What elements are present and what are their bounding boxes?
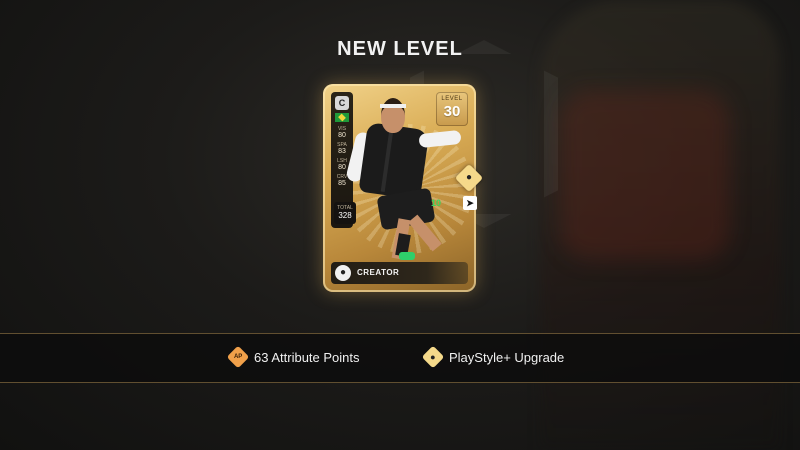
- rewards-bar: AP 63 Attribute Points ● PlayStyle+ Upgr…: [0, 333, 800, 383]
- stat-spa: SPA 83: [337, 142, 347, 155]
- page-title: NEW LEVEL: [337, 38, 463, 60]
- role-bar: ● CREATOR: [331, 262, 468, 284]
- level-value: 30: [443, 103, 461, 120]
- level-label: LEVEL: [441, 96, 463, 102]
- playstyle-plus-icon: ●: [454, 163, 484, 193]
- lightbulb-icon: ●: [335, 265, 351, 281]
- background-vest: [560, 90, 730, 260]
- ap-icon: AP: [226, 345, 250, 369]
- club-badge-icon: C: [335, 96, 349, 110]
- total-box: TOTAL 328: [334, 202, 356, 224]
- reward-label: PlayStyle+ Upgrade: [449, 349, 565, 365]
- brazil-flag-icon: [335, 113, 349, 122]
- role-label: CREATOR: [357, 268, 400, 277]
- level-box: LEVEL 30: [436, 92, 468, 126]
- stat-vis: VIS 80: [337, 126, 347, 139]
- playstyle-plus-icon: ●: [421, 345, 445, 369]
- reward-label: 63 Attribute Points: [254, 349, 360, 365]
- shirt-number: 10: [431, 198, 442, 208]
- reward-playstyle-upgrade: ● PlayStyle+ Upgrade: [421, 345, 565, 369]
- reward-attribute-points: AP 63 Attribute Points: [226, 345, 360, 369]
- total-value: 328: [338, 211, 352, 220]
- playstyle-icon: ➤: [463, 196, 477, 210]
- player-card: C VIS 80 SPA 83 LSH 80 CRV 85 LEVEL 30 1…: [323, 84, 476, 292]
